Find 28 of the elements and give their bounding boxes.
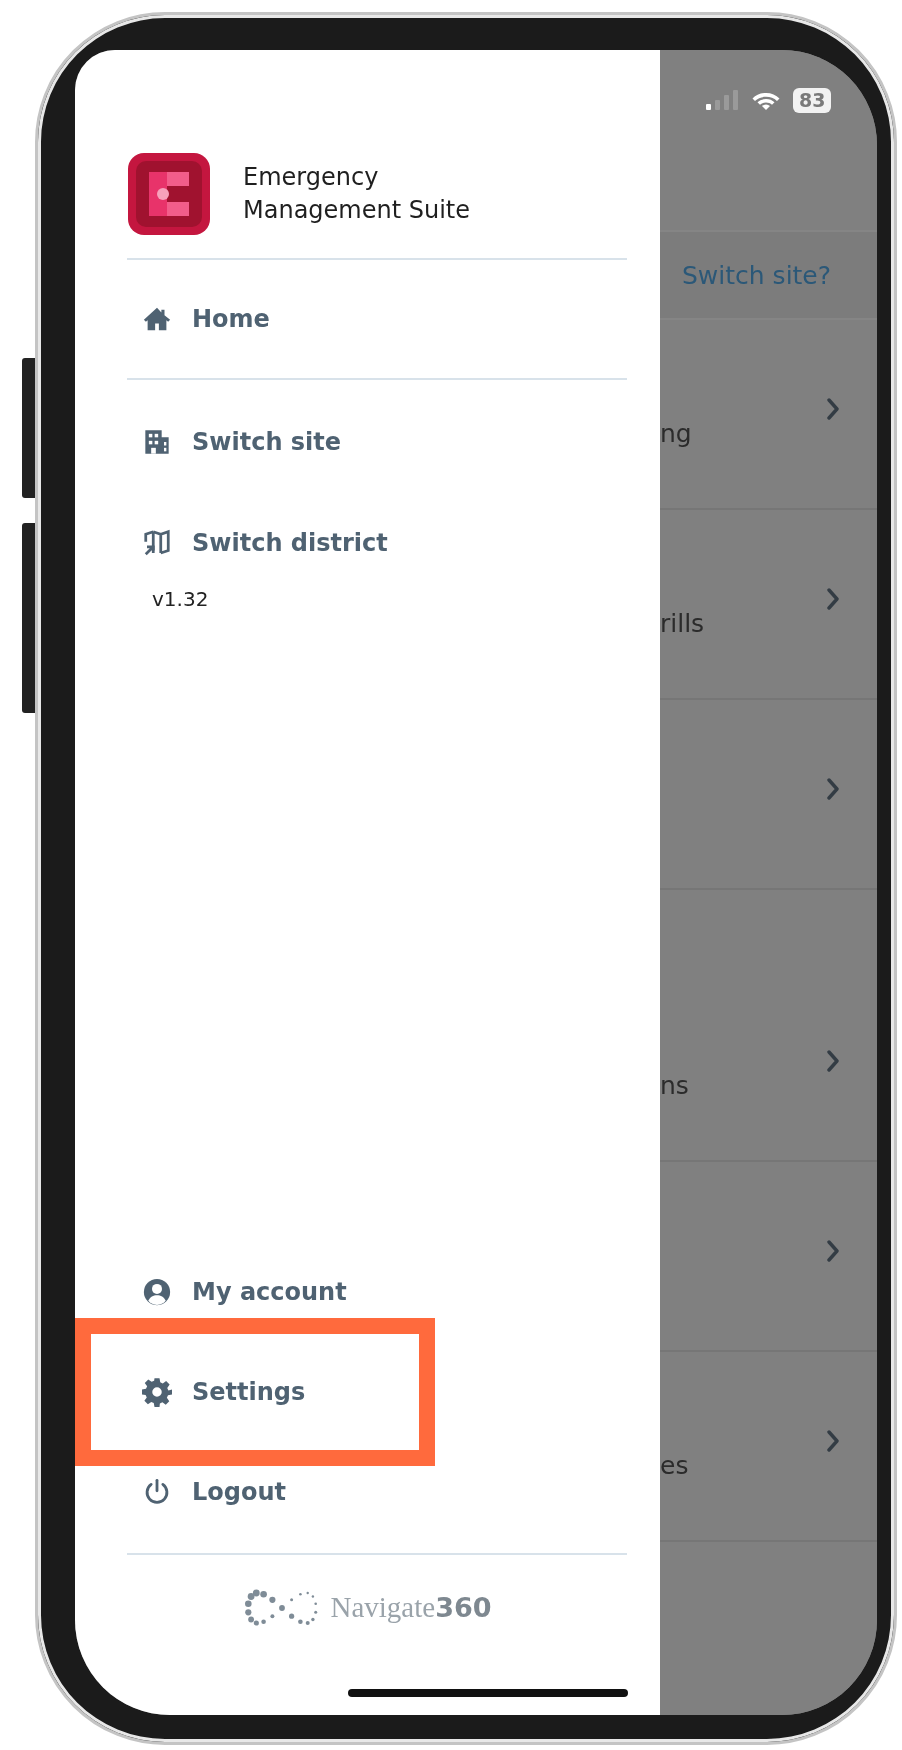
brand-name: Navigate360 xyxy=(330,1591,492,1624)
chevron-right-icon xyxy=(826,778,840,800)
signal-icon xyxy=(705,89,739,111)
home-indicator[interactable] xyxy=(348,1689,628,1697)
row-label: ng xyxy=(660,419,692,450)
chevron-right-icon xyxy=(826,1430,840,1452)
list-row[interactable]: ng xyxy=(660,320,877,510)
menu-item[interactable]: My account xyxy=(127,1242,627,1342)
user-icon xyxy=(142,1277,172,1307)
battery-indicator: 83 xyxy=(793,87,832,113)
chevron-right-icon xyxy=(826,1050,840,1072)
menu-item[interactable]: Settings xyxy=(127,1342,627,1442)
row-label: rills xyxy=(660,609,705,640)
chevron-right-icon xyxy=(826,588,840,610)
chevron-right-icon xyxy=(826,398,840,420)
row-label: ns xyxy=(660,1071,689,1102)
menu-item[interactable]: Home xyxy=(127,260,627,378)
app-logo-icon xyxy=(127,151,211,236)
row-label: es xyxy=(660,1451,689,1482)
settings-icon xyxy=(142,1377,172,1407)
list-row[interactable]: ns xyxy=(660,890,877,1162)
list-row[interactable]: rills xyxy=(660,510,877,700)
map-arrow-icon xyxy=(142,527,172,558)
list-row[interactable]: es xyxy=(660,1352,877,1542)
chevron-right-icon xyxy=(826,1240,840,1262)
menu-item[interactable]: Switch site xyxy=(127,391,627,492)
menu-item[interactable]: Logout xyxy=(127,1442,627,1542)
app-title: Emergency Management Suite xyxy=(243,161,471,226)
